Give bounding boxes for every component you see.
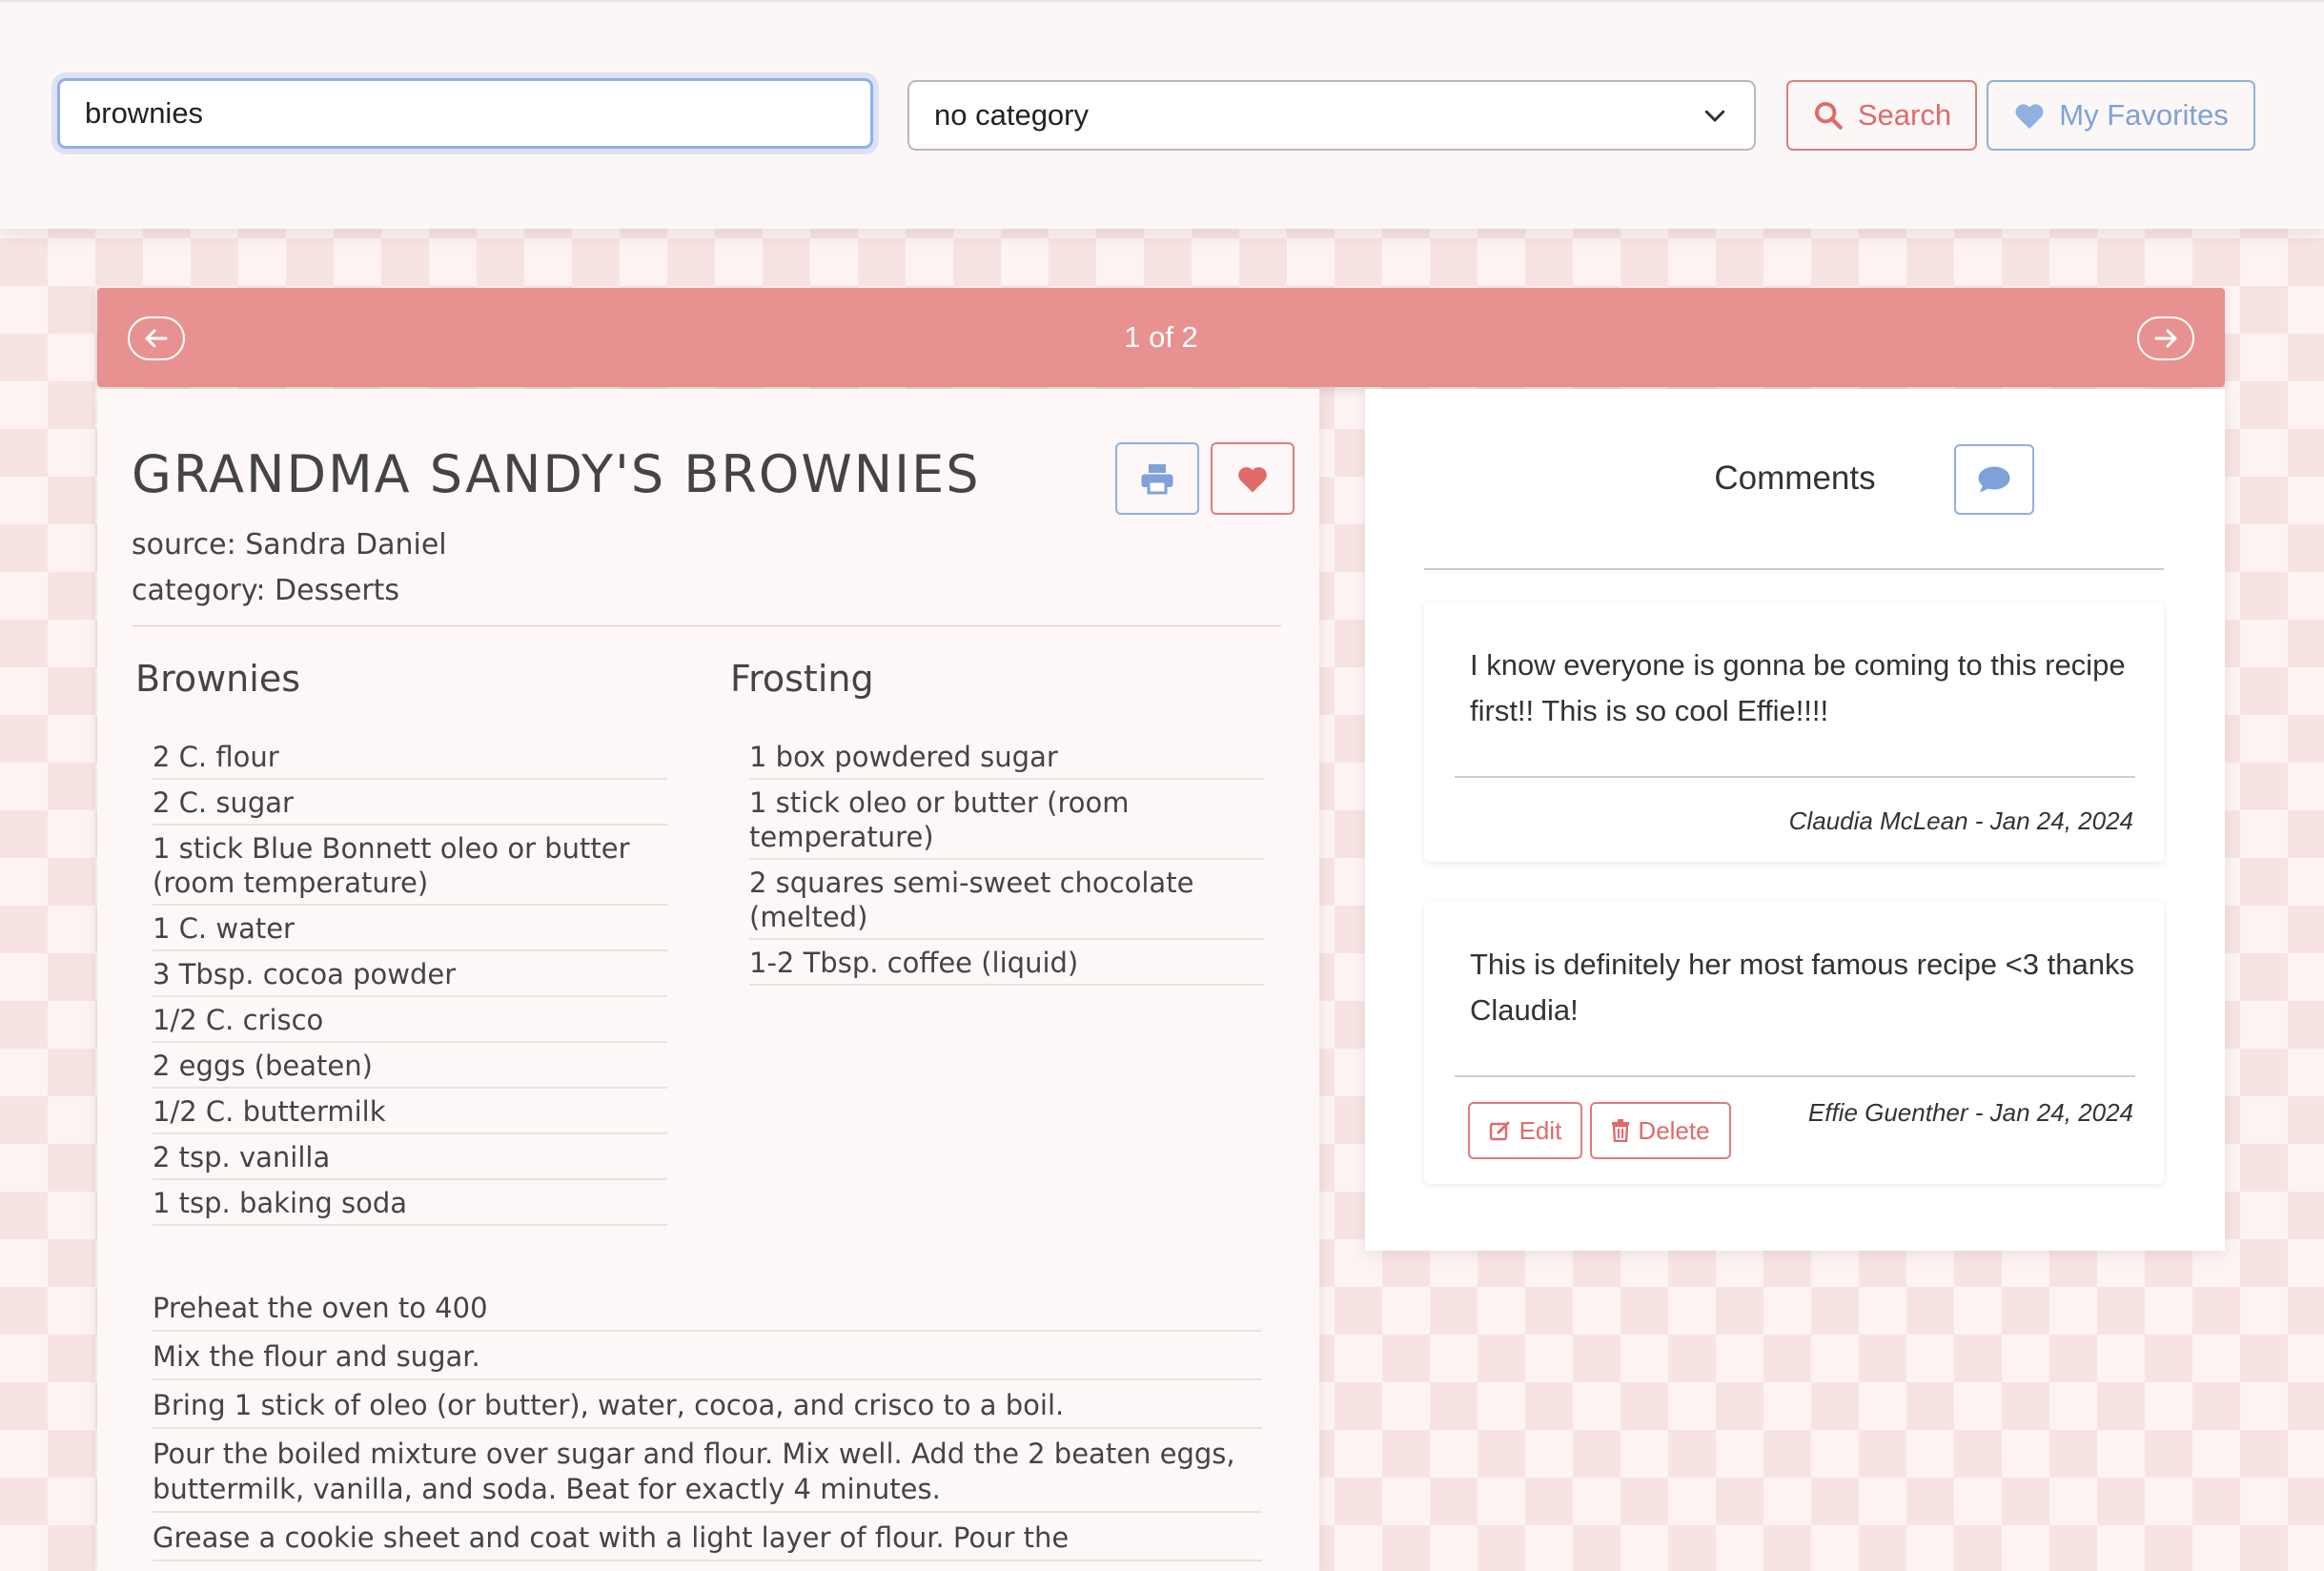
heart-icon: [2015, 104, 2044, 130]
my-favorites-button[interactable]: My Favorites: [1987, 80, 2255, 151]
ingredient-list-frosting: 1 box powdered sugar 1 stick oleo or but…: [749, 734, 1264, 986]
comment-author: Claudia McLean - Jan 24, 2024: [1788, 806, 2133, 835]
recipe-pager: 1 of 2: [97, 288, 2225, 387]
directions-list: Preheat the oven to 400 Mix the flour an…: [153, 1283, 1262, 1561]
comments-divider: [1424, 568, 2164, 570]
recipe-card: GRANDMA SANDY'S BROWNIES source: Sandra …: [97, 389, 1319, 1571]
search-icon: [1814, 101, 1843, 130]
heart-icon: [1238, 467, 1267, 493]
print-icon: [1141, 464, 1173, 495]
chevron-down-icon: [1704, 110, 1725, 123]
ingredient-item: 1/2 C. crisco: [153, 997, 667, 1043]
ingredient-item: 2 squares semi-sweet chocolate (melted): [749, 860, 1264, 940]
ingredient-item: 2 C. flour: [153, 734, 667, 780]
recipe-title: GRANDMA SANDY'S BROWNIES: [132, 444, 981, 504]
comment-item: I know everyone is gonna be coming to th…: [1424, 602, 2164, 862]
ingredient-item: 2 eggs (beaten): [153, 1043, 667, 1089]
ingredient-list-brownies: 2 C. flour 2 C. sugar 1 stick Blue Bonne…: [153, 734, 667, 1226]
category-select[interactable]: no category: [907, 80, 1756, 151]
section-title-frosting: Frosting: [730, 658, 874, 700]
delete-comment-button[interactable]: Delete: [1590, 1102, 1731, 1159]
ingredient-item: 1 C. water: [153, 906, 667, 951]
recipe-category: category: Desserts: [132, 574, 400, 607]
ingredient-item: 1-2 Tbsp. coffee (liquid): [749, 940, 1264, 986]
category-select-value: no category: [934, 98, 1089, 132]
ingredient-item: 3 Tbsp. cocoa powder: [153, 951, 667, 997]
edit-comment-button[interactable]: Edit: [1468, 1102, 1582, 1159]
search-button-label: Search: [1857, 98, 1952, 132]
ingredient-item: 1 tsp. baking soda: [153, 1180, 667, 1226]
ingredient-item: 2 tsp. vanilla: [153, 1134, 667, 1180]
comment-item: This is definitely her most famous recip…: [1424, 902, 2164, 1184]
ingredient-item: 2 C. sugar: [153, 780, 667, 826]
comment-divider: [1455, 776, 2135, 778]
delete-label: Delete: [1638, 1115, 1710, 1145]
comment-text: This is definitely her most famous recip…: [1470, 948, 2134, 1027]
search-bar: no category Search My Favorites: [0, 0, 2324, 229]
section-title-brownies: Brownies: [135, 658, 301, 700]
direction-step: Preheat the oven to 400: [153, 1283, 1262, 1332]
direction-step: Mix the flour and sugar.: [153, 1332, 1262, 1380]
edit-label: Edit: [1519, 1115, 1562, 1145]
comment-author: Effie Guenther - Jan 24, 2024: [1807, 1098, 2133, 1127]
favorite-button[interactable]: [1211, 442, 1295, 515]
comments-card: Comments I know everyone is gonna be com…: [1365, 389, 2225, 1251]
ingredient-item: 1 stick oleo or butter (room temperature…: [749, 780, 1264, 860]
ingredient-item: 1/2 C. buttermilk: [153, 1089, 667, 1134]
my-favorites-label: My Favorites: [2059, 98, 2229, 132]
comment-divider: [1455, 1075, 2135, 1077]
search-button[interactable]: Search: [1786, 80, 1977, 151]
comments-title: Comments: [1714, 459, 1876, 497]
edit-icon: [1489, 1121, 1510, 1141]
page-indicator: 1 of 2: [1124, 320, 1198, 354]
add-comment-button[interactable]: [1954, 444, 2034, 515]
print-button[interactable]: [1115, 442, 1199, 515]
direction-step: Grease a cookie sheet and coat with a li…: [153, 1513, 1262, 1561]
arrow-right-icon: [2154, 329, 2177, 348]
search-input[interactable]: [57, 78, 873, 149]
trash-icon: [1612, 1119, 1630, 1142]
direction-step: Bring 1 stick of oleo (or butter), water…: [153, 1380, 1262, 1429]
next-button[interactable]: [2137, 316, 2194, 360]
comment-text: I know everyone is gonna be coming to th…: [1470, 648, 2126, 727]
recipe-divider: [132, 625, 1281, 626]
ingredient-item: 1 box powdered sugar: [749, 734, 1264, 780]
direction-step: Pour the boiled mixture over sugar and f…: [153, 1429, 1262, 1513]
ingredient-item: 1 stick Blue Bonnett oleo or butter (roo…: [153, 826, 667, 906]
comment-icon: [1978, 466, 2010, 493]
recipe-source: source: Sandra Daniel: [132, 528, 447, 561]
